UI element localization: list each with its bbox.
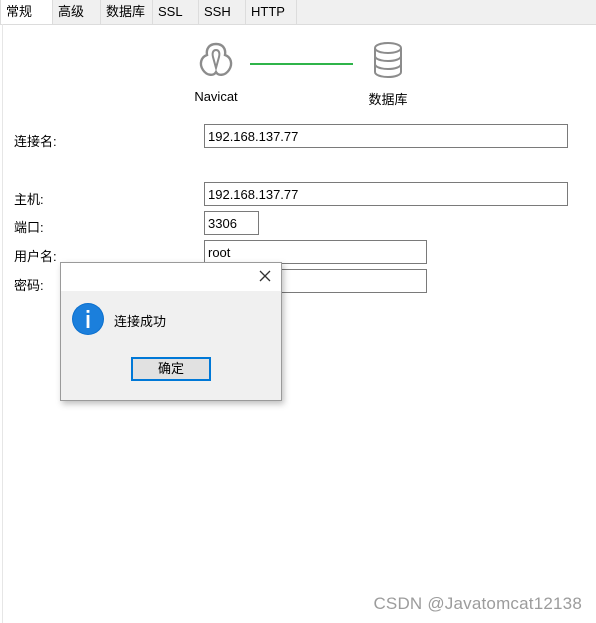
dialog-message: 连接成功 [114,314,167,329]
username-input[interactable] [204,240,427,264]
info-icon [72,303,104,335]
username-label: 用户名: [14,249,57,264]
connection-link-line [250,63,353,65]
connection-name-label: 连接名: [14,134,57,149]
port-input[interactable] [204,211,259,235]
connection-success-dialog: 连接成功 确定 [60,262,282,401]
tab-advanced[interactable]: 高级 [53,0,101,24]
database-label: 数据库 [368,92,408,107]
database-icon [374,42,402,79]
host-input[interactable] [204,182,568,206]
tab-general[interactable]: 常规 [0,0,53,24]
watermark: CSDN @Javatomcat12138 [373,594,582,613]
close-icon[interactable] [257,268,273,284]
tab-databases[interactable]: 数据库 [101,0,153,24]
navicat-logo-icon [199,42,233,76]
dialog-titlebar [61,263,281,291]
port-label: 端口: [14,220,44,235]
connection-name-input[interactable] [204,124,568,148]
tab-divider [0,24,596,25]
host-label: 主机: [14,192,44,207]
ok-button[interactable]: 确定 [131,357,211,381]
frame-border [2,24,3,623]
tab-ssh[interactable]: SSH [199,0,246,24]
tab-ssl[interactable]: SSL [153,0,199,24]
password-label: 密码: [14,278,44,293]
tab-http[interactable]: HTTP [246,0,297,24]
navicat-label: Navicat [194,89,238,104]
tab-strip: 常规 高级 数据库 SSL SSH HTTP [0,0,596,24]
